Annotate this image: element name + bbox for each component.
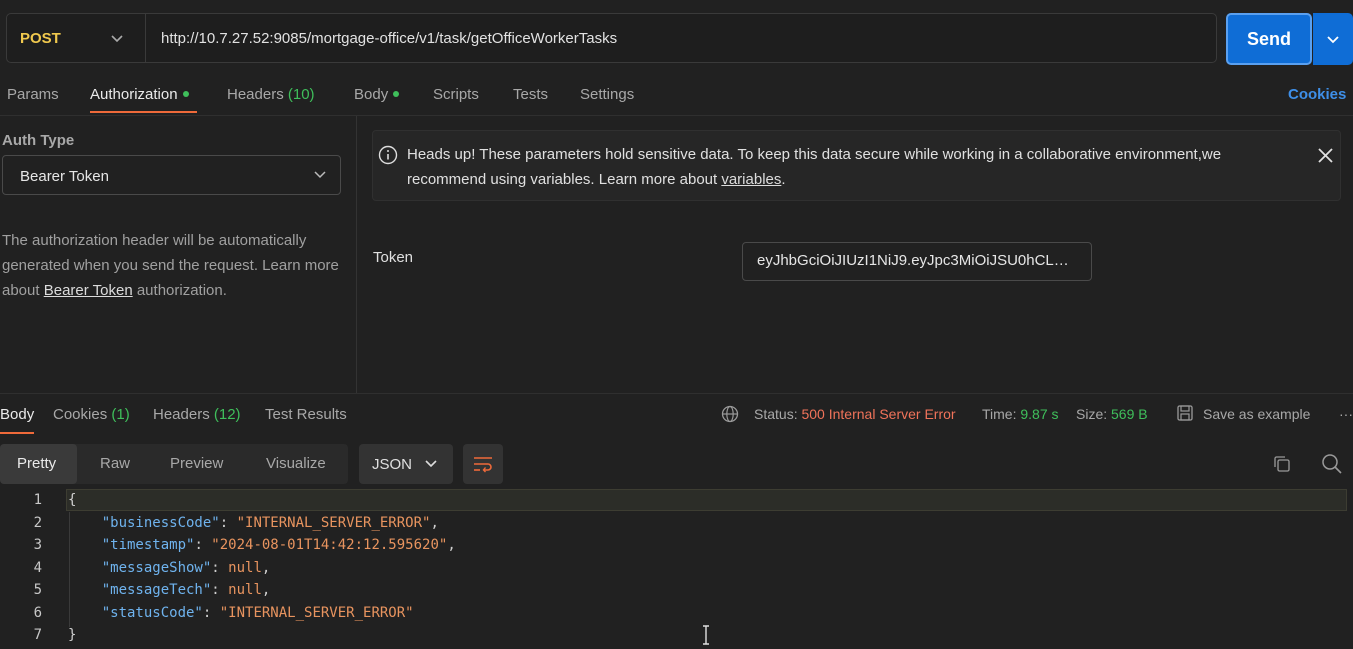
auth-type-value: Bearer Token — [20, 168, 109, 185]
line-number: 5 — [33, 582, 42, 598]
comma: , — [447, 537, 456, 553]
headers-count: (10) — [287, 86, 315, 103]
view-pretty[interactable]: Pretty — [17, 455, 56, 472]
json-key: "businessCode" — [101, 515, 220, 531]
active-tab-indicator — [0, 432, 34, 434]
text-cursor-icon — [703, 625, 709, 645]
auth-desc-text-end: authorization. — [132, 282, 227, 299]
json-key: "messageTech" — [101, 582, 212, 598]
chevron-down-icon[interactable] — [108, 29, 126, 47]
code-line[interactable]: "statusCode": "INTERNAL_SERVER_ERROR" — [68, 605, 414, 621]
code-line[interactable]: "messageShow": null, — [68, 560, 271, 576]
size-info: Size: 569 B — [1076, 406, 1148, 422]
size-value[interactable]: 569 B — [1111, 406, 1148, 422]
tab-label: Authorization — [90, 86, 178, 103]
url-input[interactable]: http://10.7.27.52:9085/mortgage-office/v… — [161, 30, 617, 47]
code-line[interactable]: } — [68, 627, 76, 643]
cookies-count: (1) — [111, 406, 130, 423]
tab-tests[interactable]: Tests — [513, 86, 548, 103]
code-line[interactable]: "timestamp": "2024-08-01T14:42:12.595620… — [68, 537, 456, 553]
info-icon — [378, 145, 398, 165]
comma: , — [261, 582, 271, 598]
current-line-highlight — [66, 489, 1347, 511]
divider — [0, 393, 1353, 394]
line-number: 2 — [33, 515, 42, 531]
tab-params[interactable]: Params — [7, 86, 59, 103]
tab-label: Headers — [153, 406, 210, 423]
line-number: 1 — [33, 492, 42, 508]
status-label: Status: — [754, 406, 798, 422]
cookies-link[interactable]: Cookies — [1288, 86, 1346, 103]
modified-dot — [393, 91, 400, 98]
wrap-icon — [474, 457, 492, 473]
save-as-example-button[interactable]: Save as example — [1203, 406, 1310, 422]
tab-label: Cookies — [53, 406, 108, 423]
send-options-button[interactable] — [1313, 13, 1353, 65]
json-value: null — [228, 582, 262, 598]
json-value: null — [228, 560, 262, 576]
response-tab-headers[interactable]: Headers (12) — [153, 406, 241, 423]
active-tab-indicator — [90, 111, 197, 113]
json-key: "statusCode" — [101, 605, 203, 621]
status-info: Status: 500 Internal Server Error — [754, 406, 956, 422]
response-tab-body[interactable]: Body — [0, 406, 34, 423]
json-value: "INTERNAL_SERVER_ERROR" — [219, 605, 414, 621]
chevron-down-icon — [1327, 36, 1339, 44]
warning-text-body: Heads up! These parameters hold sensitiv… — [407, 146, 1222, 188]
view-visualize[interactable]: Visualize — [266, 455, 326, 472]
bearer-token-link[interactable]: Bearer Token — [44, 282, 133, 299]
chevron-down-icon — [314, 171, 326, 179]
time-info: Time: 9.87 s — [982, 406, 1059, 422]
modified-dot — [182, 91, 189, 98]
tab-authorization[interactable]: Authorization — [90, 86, 189, 103]
tab-scripts[interactable]: Scripts — [433, 86, 479, 103]
divider — [145, 14, 146, 62]
response-tab-test-results[interactable]: Test Results — [265, 406, 347, 423]
copy-icon[interactable] — [1272, 454, 1292, 474]
status-value[interactable]: 500 Internal Server Error — [801, 406, 955, 422]
search-icon[interactable] — [1321, 453, 1343, 475]
token-input[interactable]: eyJhbGciOiJIUzI1NiJ9.eyJpc3MiOiJSU0hCLCJ… — [742, 242, 1092, 281]
view-preview[interactable]: Preview — [170, 455, 223, 472]
auth-description: The authorization header will be automat… — [2, 228, 342, 303]
tab-label: Headers — [227, 86, 284, 103]
time-value[interactable]: 9.87 s — [1020, 406, 1058, 422]
warning-text-end: . — [781, 171, 786, 188]
line-number: 6 — [33, 605, 42, 621]
tab-headers[interactable]: Headers (10) — [227, 86, 315, 103]
token-label: Token — [373, 249, 414, 266]
variables-link[interactable]: variables — [721, 171, 781, 188]
line-number: 4 — [33, 560, 42, 576]
chevron-down-icon — [425, 460, 437, 468]
language-value: JSON — [372, 456, 413, 473]
json-key: "timestamp" — [101, 537, 195, 553]
tab-settings[interactable]: Settings — [580, 86, 634, 103]
time-label: Time: — [982, 406, 1017, 422]
code-line[interactable]: "businessCode": "INTERNAL_SERVER_ERROR", — [68, 515, 439, 531]
more-options-icon[interactable]: ··· — [1339, 406, 1353, 422]
comma: , — [430, 515, 439, 531]
wrap-lines-button[interactable] — [463, 444, 503, 484]
tab-label: Body — [354, 86, 389, 103]
comma: , — [261, 560, 271, 576]
globe-icon[interactable] — [721, 405, 739, 423]
size-label: Size: — [1076, 406, 1108, 422]
code-line[interactable]: { — [68, 492, 76, 508]
save-icon[interactable] — [1176, 404, 1194, 422]
json-key: "messageShow" — [101, 560, 212, 576]
line-number: 3 — [33, 537, 42, 553]
headers-count: (12) — [213, 406, 241, 423]
auth-type-label: Auth Type — [2, 132, 75, 149]
response-tab-cookies[interactable]: Cookies (1) — [53, 406, 130, 423]
method-select[interactable]: POST — [20, 30, 61, 47]
close-icon[interactable] — [1317, 147, 1334, 164]
view-raw[interactable]: Raw — [100, 455, 130, 472]
json-value: "2024-08-01T14:42:12.595620" — [211, 537, 448, 553]
tab-body[interactable]: Body — [354, 86, 400, 103]
json-value: "INTERNAL_SERVER_ERROR" — [236, 515, 431, 531]
code-line[interactable]: "messageTech": null, — [68, 582, 271, 598]
warning-text: Heads up! These parameters hold sensitiv… — [407, 142, 1287, 192]
line-number: 7 — [33, 627, 42, 643]
send-button[interactable]: Send — [1226, 13, 1312, 65]
